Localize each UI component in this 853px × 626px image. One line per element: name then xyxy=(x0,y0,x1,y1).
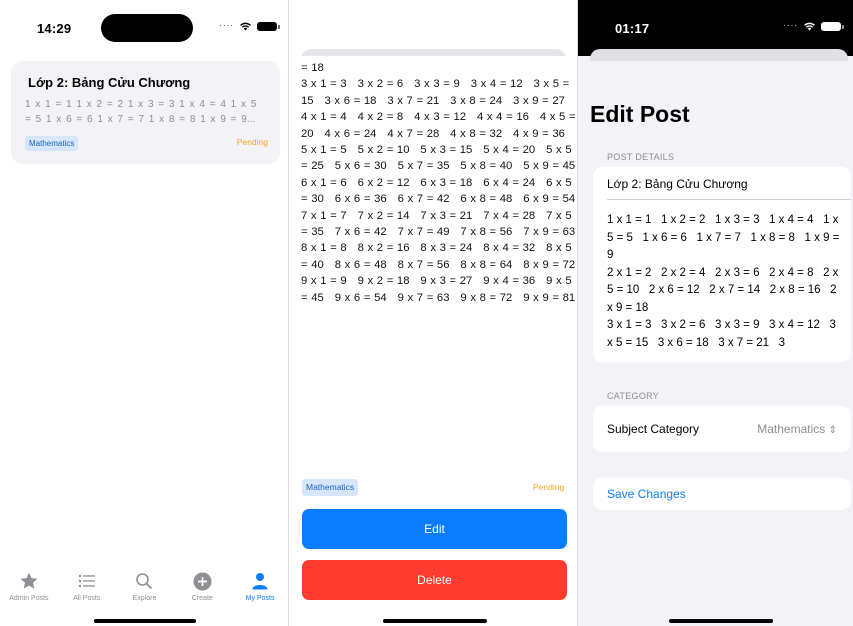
magnifier-icon xyxy=(133,570,155,592)
tab-all-posts[interactable]: All Posts xyxy=(58,570,116,610)
category-picker[interactable]: Mathematics ⇕ xyxy=(757,422,837,436)
wifi-icon xyxy=(804,22,815,31)
home-indicator xyxy=(383,619,487,623)
my-posts-screen: 14:29 ···· Lớp 2: Bảng Cửu Chương 1 x 1 … xyxy=(0,0,289,626)
edit-post-screen: 01:17 ···· Edit Post POST DETAILS Lớp 2:… xyxy=(578,0,853,626)
category-group: Subject Category Mathematics ⇕ xyxy=(593,406,851,452)
status-bar: 01:17 ···· xyxy=(578,0,853,56)
status-bar: 14:29 ···· xyxy=(0,0,289,56)
tab-label: Admin Posts xyxy=(9,595,49,602)
battery-icon xyxy=(546,21,569,31)
status-time: 14:29 xyxy=(37,21,72,36)
tab-bar: Admin Posts All Posts Explore Create My … xyxy=(0,570,289,610)
title-field[interactable]: Lớp 2: Bảng Cửu Chương xyxy=(607,177,748,191)
person-icon xyxy=(249,570,271,592)
status-icons: ···· xyxy=(219,21,280,31)
save-group: Save Changes xyxy=(593,478,851,510)
wifi-icon xyxy=(529,22,540,31)
tab-label: Create xyxy=(191,595,213,602)
tab-explore[interactable]: Explore xyxy=(116,570,174,610)
signal-icon: ···· xyxy=(219,21,234,30)
status-bar: 14:29 ···· xyxy=(289,0,578,56)
page-title: Edit Post xyxy=(590,101,690,127)
sheet-behind xyxy=(590,49,848,61)
post-details-group: Lớp 2: Bảng Cửu Chương 1 x 1 = 1 1 x 2 =… xyxy=(593,167,851,362)
content-editor[interactable]: 1 x 1 = 1 1 x 2 = 2 1 x 3 = 3 1 x 4 = 4 … xyxy=(607,212,841,352)
signal-icon: ···· xyxy=(508,21,523,30)
home-indicator xyxy=(669,619,773,623)
post-content: = 18 3 x 1 = 3 3 x 2 = 6 3 x 3 = 9 3 x 4… xyxy=(301,62,576,304)
save-changes-button[interactable]: Save Changes xyxy=(607,487,686,501)
status-time: 14:29 xyxy=(326,21,361,36)
chevron-updown-icon: ⇕ xyxy=(828,425,837,436)
tab-admin-posts[interactable]: Admin Posts xyxy=(0,570,58,610)
category-tag: Mathematics xyxy=(302,479,359,496)
status-badge: Pending xyxy=(533,482,565,492)
signal-icon: ···· xyxy=(783,21,798,30)
battery-icon xyxy=(821,21,844,31)
post-details-header: POST DETAILS xyxy=(607,152,675,162)
star-icon xyxy=(18,570,40,592)
battery-icon xyxy=(257,21,280,31)
post-title: Lớp 2: Bảng Cửu Chương xyxy=(28,75,191,90)
tab-label: All Posts xyxy=(73,595,101,602)
status-icons: ···· xyxy=(783,21,844,31)
row-separator xyxy=(607,199,851,200)
category-tag: Mathematics xyxy=(25,136,79,151)
tab-my-posts[interactable]: My Posts xyxy=(231,570,289,610)
category-header: CATEGORY xyxy=(607,391,660,401)
category-value: Mathematics xyxy=(757,422,826,436)
status-icons: ···· xyxy=(508,21,569,31)
edit-button[interactable]: Edit xyxy=(302,509,567,549)
plus-circle-icon xyxy=(191,570,213,592)
post-snippet: 1 x 1 = 1 1 x 2 = 2 1 x 3 = 3 1 x 4 = 4 … xyxy=(25,99,257,125)
wifi-icon xyxy=(240,22,251,31)
tab-create[interactable]: Create xyxy=(173,570,231,610)
tab-label: My Posts xyxy=(245,595,275,602)
list-icon xyxy=(76,570,98,592)
category-label: Subject Category xyxy=(607,422,700,436)
status-time: 01:17 xyxy=(615,21,650,36)
tab-label: Explore xyxy=(132,595,157,602)
delete-button[interactable]: Delete xyxy=(302,560,567,600)
status-badge: Pending xyxy=(236,137,268,147)
dynamic-island xyxy=(101,14,193,42)
post-card[interactable]: Lớp 2: Bảng Cửu Chương 1 x 1 = 1 1 x 2 =… xyxy=(11,61,280,164)
home-indicator xyxy=(94,619,196,623)
